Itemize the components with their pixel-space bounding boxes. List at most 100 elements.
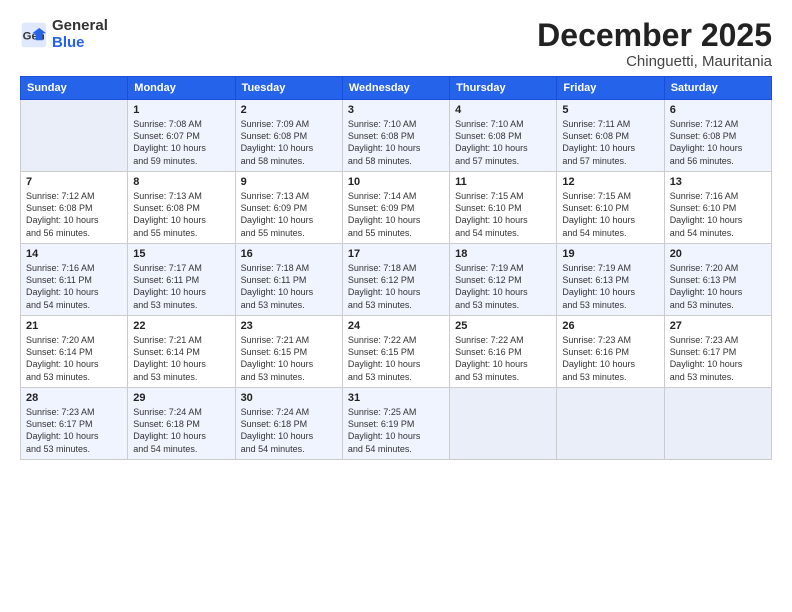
calendar-week-row: 1 Sunrise: 7:08 AMSunset: 6:07 PMDaylight… (21, 100, 772, 172)
day-info: Sunrise: 7:08 AMSunset: 6:07 PMDaylight:… (133, 118, 229, 167)
day-info: Sunrise: 7:25 AMSunset: 6:19 PMDaylight:… (348, 406, 444, 455)
table-row: 22Sunrise: 7:21 AMSunset: 6:14 PMDayligh… (128, 316, 235, 388)
day-number: 20 (670, 248, 766, 260)
day-number: 12 (562, 176, 658, 188)
day-number: 22 (133, 320, 229, 332)
day-number: 24 (348, 320, 444, 332)
day-info: Sunrise: 7:23 AMSunset: 6:16 PMDaylight:… (562, 334, 658, 383)
table-row: 21 Sunrise: 7:20 AMSunset: 6:14 PMDayligh… (21, 316, 128, 388)
day-info: Sunrise: 7:24 AMSunset: 6:18 PMDaylight:… (241, 406, 337, 455)
day-number: 5 (562, 104, 658, 116)
table-row: 20 Sunrise: 7:20 AMSunset: 6:13 PMDayligh… (664, 244, 771, 316)
day-number: 15 (133, 248, 229, 260)
table-row: 5 Sunrise: 7:11 AMSunset: 6:08 PMDaylight… (557, 100, 664, 172)
day-info: Sunrise: 7:16 AMSunset: 6:10 PMDaylight:… (670, 190, 766, 239)
day-info: Sunrise: 7:12 AMSunset: 6:08 PMDaylight:… (26, 190, 122, 239)
day-info: Sunrise: 7:12 AMSunset: 6:08 PMDaylight:… (670, 118, 766, 167)
col-saturday: Saturday (664, 77, 771, 100)
table-row: 8 Sunrise: 7:13 AMSunset: 6:08 PMDaylight… (128, 172, 235, 244)
day-info: Sunrise: 7:21 AMSunset: 6:15 PMDaylight:… (241, 334, 337, 383)
table-row: 4 Sunrise: 7:10 AMSunset: 6:08 PMDaylight… (450, 100, 557, 172)
col-wednesday: Wednesday (342, 77, 449, 100)
day-info: Sunrise: 7:11 AMSunset: 6:08 PMDaylight:… (562, 118, 658, 167)
day-number: 27 (670, 320, 766, 332)
day-number: 10 (348, 176, 444, 188)
calendar-table: Sunday Monday Tuesday Wednesday Thursday… (20, 76, 772, 460)
table-row: 13 Sunrise: 7:16 AMSunset: 6:10 PMDayligh… (664, 172, 771, 244)
col-thursday: Thursday (450, 77, 557, 100)
day-number: 25 (455, 320, 551, 332)
table-row: 3Sunrise: 7:10 AMSunset: 6:08 PMDaylight… (342, 100, 449, 172)
calendar-week-row: 28 Sunrise: 7:23 AMSunset: 6:17 PMDayligh… (21, 388, 772, 460)
day-info: Sunrise: 7:24 AMSunset: 6:18 PMDaylight:… (133, 406, 229, 455)
day-info: Sunrise: 7:18 AMSunset: 6:12 PMDaylight:… (348, 262, 444, 311)
calendar-week-row: 21 Sunrise: 7:20 AMSunset: 6:14 PMDayligh… (21, 316, 772, 388)
day-number: 6 (670, 104, 766, 116)
day-number: 29 (133, 392, 229, 404)
col-sunday: Sunday (21, 77, 128, 100)
table-row: 12Sunrise: 7:15 AMSunset: 6:10 PMDayligh… (557, 172, 664, 244)
table-row: 1 Sunrise: 7:08 AMSunset: 6:07 PMDaylight… (128, 100, 235, 172)
table-row: 2Sunrise: 7:09 AMSunset: 6:08 PMDaylight… (235, 100, 342, 172)
title-block: December 2025 Chinguetti, Mauritania (537, 18, 772, 70)
day-info: Sunrise: 7:13 AMSunset: 6:08 PMDaylight:… (133, 190, 229, 239)
calendar-week-row: 7 Sunrise: 7:12 AMSunset: 6:08 PMDaylight… (21, 172, 772, 244)
day-info: Sunrise: 7:22 AMSunset: 6:16 PMDaylight:… (455, 334, 551, 383)
table-row: 6 Sunrise: 7:12 AMSunset: 6:08 PMDaylight… (664, 100, 771, 172)
day-info: Sunrise: 7:23 AMSunset: 6:17 PMDaylight:… (670, 334, 766, 383)
table-row: 28 Sunrise: 7:23 AMSunset: 6:17 PMDayligh… (21, 388, 128, 460)
logo-general: General (52, 18, 108, 35)
day-info: Sunrise: 7:20 AMSunset: 6:14 PMDaylight:… (26, 334, 122, 383)
day-number: 13 (670, 176, 766, 188)
month-title: December 2025 (537, 18, 772, 53)
table-row: 27 Sunrise: 7:23 AMSunset: 6:17 PMDayligh… (664, 316, 771, 388)
col-tuesday: Tuesday (235, 77, 342, 100)
table-row: 7 Sunrise: 7:12 AMSunset: 6:08 PMDaylight… (21, 172, 128, 244)
table-row (664, 388, 771, 460)
table-row: 17Sunrise: 7:18 AMSunset: 6:12 PMDayligh… (342, 244, 449, 316)
calendar-week-row: 14 Sunrise: 7:16 AMSunset: 6:11 PMDayligh… (21, 244, 772, 316)
day-info: Sunrise: 7:19 AMSunset: 6:13 PMDaylight:… (562, 262, 658, 311)
day-number: 7 (26, 176, 122, 188)
day-info: Sunrise: 7:13 AMSunset: 6:09 PMDaylight:… (241, 190, 337, 239)
table-row: 29 Sunrise: 7:24 AMSunset: 6:18 PMDayligh… (128, 388, 235, 460)
day-number: 30 (241, 392, 337, 404)
logo-icon: Gen (20, 21, 48, 49)
day-number: 1 (133, 104, 229, 116)
logo-text: General Blue (52, 18, 108, 51)
day-info: Sunrise: 7:19 AMSunset: 6:12 PMDaylight:… (455, 262, 551, 311)
table-row (21, 100, 128, 172)
table-row: 31 Sunrise: 7:25 AMSunset: 6:19 PMDayligh… (342, 388, 449, 460)
table-row: 30 Sunrise: 7:24 AMSunset: 6:18 PMDayligh… (235, 388, 342, 460)
day-info: Sunrise: 7:20 AMSunset: 6:13 PMDaylight:… (670, 262, 766, 311)
day-number: 23 (241, 320, 337, 332)
day-number: 28 (26, 392, 122, 404)
day-info: Sunrise: 7:10 AMSunset: 6:08 PMDaylight:… (348, 118, 444, 167)
table-row: 19Sunrise: 7:19 AMSunset: 6:13 PMDayligh… (557, 244, 664, 316)
table-row (450, 388, 557, 460)
day-number: 4 (455, 104, 551, 116)
logo-blue: Blue (52, 35, 108, 52)
day-number: 8 (133, 176, 229, 188)
table-row: 25 Sunrise: 7:22 AMSunset: 6:16 PMDayligh… (450, 316, 557, 388)
day-number: 11 (455, 176, 551, 188)
day-number: 21 (26, 320, 122, 332)
table-row: 14 Sunrise: 7:16 AMSunset: 6:11 PMDayligh… (21, 244, 128, 316)
col-monday: Monday (128, 77, 235, 100)
table-row: 16Sunrise: 7:18 AMSunset: 6:11 PMDayligh… (235, 244, 342, 316)
day-info: Sunrise: 7:15 AMSunset: 6:10 PMDaylight:… (455, 190, 551, 239)
calendar-header-row: Sunday Monday Tuesday Wednesday Thursday… (21, 77, 772, 100)
table-row: 15Sunrise: 7:17 AMSunset: 6:11 PMDayligh… (128, 244, 235, 316)
day-info: Sunrise: 7:14 AMSunset: 6:09 PMDaylight:… (348, 190, 444, 239)
day-info: Sunrise: 7:23 AMSunset: 6:17 PMDaylight:… (26, 406, 122, 455)
location-subtitle: Chinguetti, Mauritania (537, 53, 772, 70)
day-number: 14 (26, 248, 122, 260)
table-row: 23 Sunrise: 7:21 AMSunset: 6:15 PMDayligh… (235, 316, 342, 388)
page: Gen General Blue December 2025 Chinguett… (0, 0, 792, 612)
day-number: 9 (241, 176, 337, 188)
day-info: Sunrise: 7:10 AMSunset: 6:08 PMDaylight:… (455, 118, 551, 167)
table-row: 9 Sunrise: 7:13 AMSunset: 6:09 PMDaylight… (235, 172, 342, 244)
day-number: 18 (455, 248, 551, 260)
day-info: Sunrise: 7:16 AMSunset: 6:11 PMDaylight:… (26, 262, 122, 311)
day-number: 31 (348, 392, 444, 404)
